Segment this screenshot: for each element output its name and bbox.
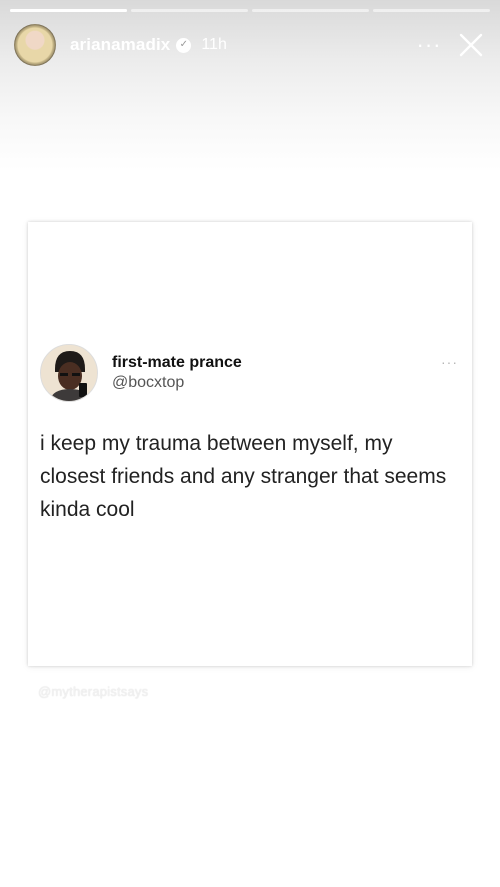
tweet-more-icon: ··· (441, 354, 458, 370)
tweet-handle: @bocxtop (112, 374, 185, 391)
story-viewer[interactable]: arianamadix ✓ 11h ··· first-mate prance … (0, 0, 500, 887)
close-icon[interactable] (456, 30, 486, 60)
username[interactable]: arianamadix (70, 35, 170, 55)
tweet-author-avatar (40, 344, 98, 402)
progress-fill (10, 9, 127, 12)
profile-avatar[interactable] (14, 24, 56, 66)
progress-segment (131, 9, 248, 12)
progress-segment (373, 9, 490, 12)
story-progress-bar (10, 9, 490, 12)
tweet-card: first-mate prance @bocxtop ··· i keep my… (28, 222, 472, 666)
verified-badge-icon: ✓ (176, 37, 192, 53)
progress-segment (252, 9, 369, 12)
post-time: 11h (201, 36, 227, 53)
progress-segment (10, 9, 127, 12)
story-header: arianamadix ✓ 11h ··· (14, 23, 486, 67)
tweet-display-name: first-mate prance (112, 354, 242, 371)
more-options-button[interactable]: ··· (412, 30, 446, 60)
tweet-author: first-mate prance @bocxtop (40, 344, 242, 402)
tweet-text: i keep my trauma between myself, my clos… (40, 432, 447, 521)
watermark-text: @mytherapistsays (38, 684, 149, 699)
